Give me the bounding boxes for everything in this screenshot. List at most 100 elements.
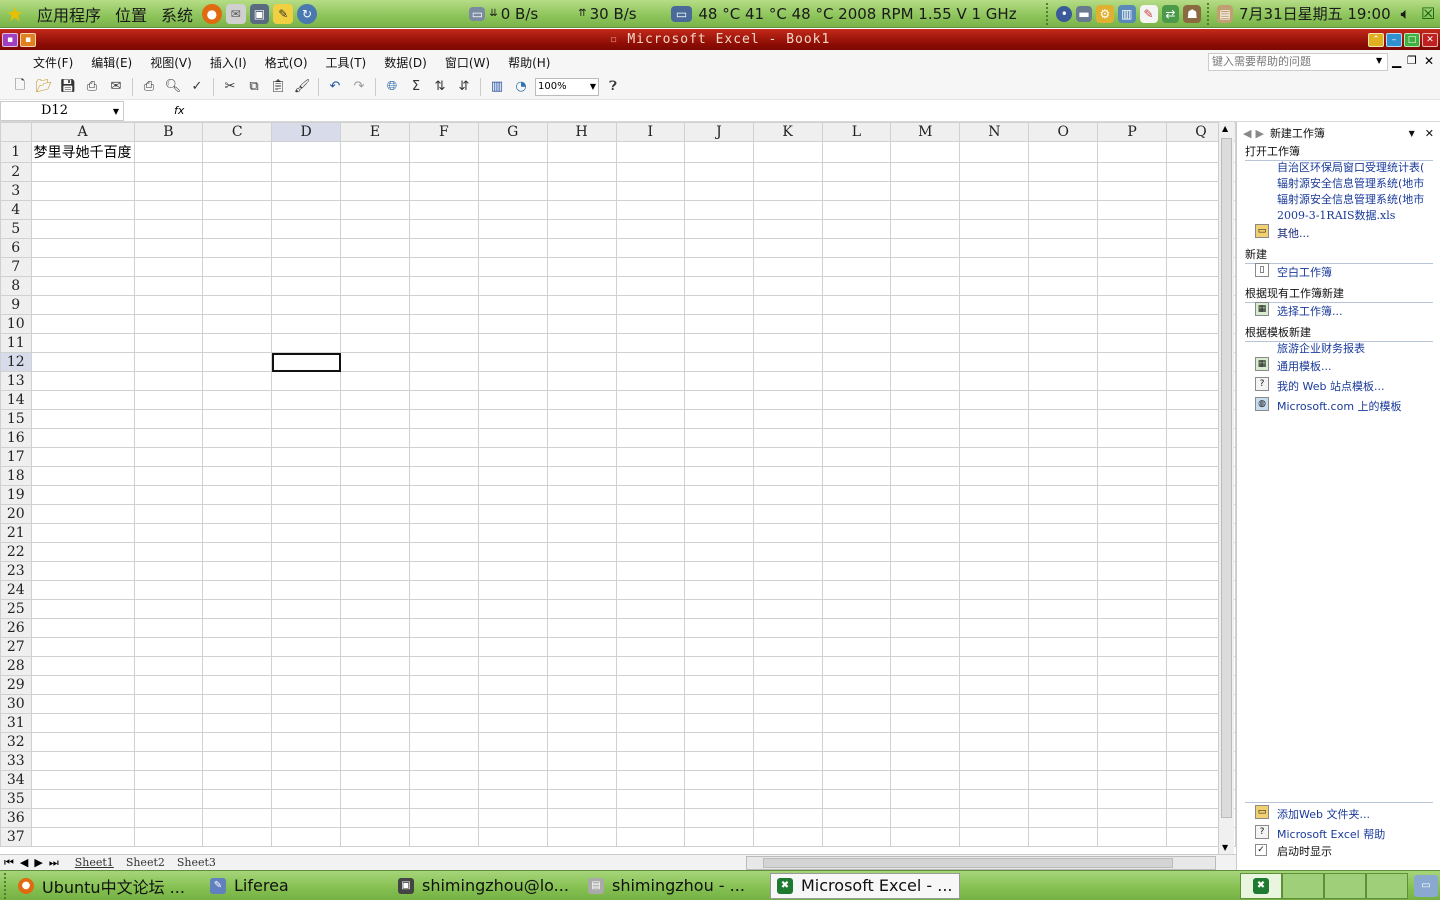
cell-l21[interactable] xyxy=(821,523,892,543)
cell-o30[interactable] xyxy=(1028,694,1099,714)
cell-o27[interactable] xyxy=(1028,637,1099,657)
cell-h7[interactable] xyxy=(546,257,617,277)
cell-b13[interactable] xyxy=(133,371,204,391)
window-titlebar[interactable]: ▪ ▪ ▫ Microsoft Excel - Book1 ⌃ – □ ✕ xyxy=(0,29,1440,50)
cell-d26[interactable] xyxy=(271,618,342,638)
save-icon[interactable]: 💾︎ xyxy=(58,77,78,97)
cell-h25[interactable] xyxy=(546,599,617,619)
cell-p11[interactable] xyxy=(1097,333,1167,353)
cell-j17[interactable] xyxy=(684,447,754,467)
row-header[interactable]: 25 xyxy=(0,599,32,619)
cell-p19[interactable] xyxy=(1097,485,1167,505)
row-header[interactable]: 23 xyxy=(0,561,32,581)
cell-a18[interactable] xyxy=(30,466,135,486)
cell-c7[interactable] xyxy=(202,257,273,277)
cell-e25[interactable] xyxy=(340,599,410,619)
cell-c15[interactable] xyxy=(202,409,273,429)
cell-o24[interactable] xyxy=(1028,580,1099,600)
cell-b35[interactable] xyxy=(133,789,204,809)
cell-a9[interactable] xyxy=(30,295,135,315)
cell-c19[interactable] xyxy=(202,485,273,505)
cell-c32[interactable] xyxy=(202,732,273,752)
cell-b8[interactable] xyxy=(133,276,204,296)
row-header[interactable]: 19 xyxy=(0,485,32,505)
cell-g6[interactable] xyxy=(477,238,548,258)
cell-o17[interactable] xyxy=(1028,447,1099,467)
cell-f4[interactable] xyxy=(408,200,479,220)
cell-b34[interactable] xyxy=(133,770,204,790)
menu-view[interactable]: 视图(V) xyxy=(141,54,201,71)
menu-edit[interactable]: 编辑(E) xyxy=(82,54,141,71)
cell-n28[interactable] xyxy=(959,656,1030,676)
cell-p29[interactable] xyxy=(1097,675,1167,695)
column-header-o[interactable]: O xyxy=(1028,122,1099,142)
column-header-l[interactable]: L xyxy=(821,122,892,142)
cell-l33[interactable] xyxy=(821,751,892,771)
cell-f35[interactable] xyxy=(408,789,479,809)
cell-h34[interactable] xyxy=(546,770,617,790)
cell-c29[interactable] xyxy=(202,675,273,695)
cell-d7[interactable] xyxy=(271,257,342,277)
cell-k1[interactable] xyxy=(752,141,823,163)
back-icon[interactable]: ◀ xyxy=(1243,127,1251,140)
cell-d28[interactable] xyxy=(271,656,342,676)
cell-h3[interactable] xyxy=(546,181,617,201)
cell-o32[interactable] xyxy=(1028,732,1099,752)
cell-p32[interactable] xyxy=(1097,732,1167,752)
cell-h32[interactable] xyxy=(546,732,617,752)
cell-h14[interactable] xyxy=(546,390,617,410)
fx-icon[interactable]: fx xyxy=(174,104,184,117)
cell-i33[interactable] xyxy=(615,751,686,771)
row-header[interactable]: 33 xyxy=(0,751,32,771)
cell-p24[interactable] xyxy=(1097,580,1167,600)
cell-g25[interactable] xyxy=(477,599,548,619)
cell-c11[interactable] xyxy=(202,333,273,353)
text-editor-icon[interactable]: ✎ xyxy=(273,3,294,24)
row-header[interactable]: 32 xyxy=(0,732,32,752)
cell-m3[interactable] xyxy=(890,181,961,201)
task-pane-close-icon[interactable]: ✕ xyxy=(1425,127,1434,140)
cell-j4[interactable] xyxy=(684,200,754,220)
cell-c35[interactable] xyxy=(202,789,273,809)
chart-wizard-icon[interactable]: ▥ xyxy=(487,77,507,97)
cell-m14[interactable] xyxy=(890,390,961,410)
cell-o23[interactable] xyxy=(1028,561,1099,581)
cell-g5[interactable] xyxy=(477,219,548,239)
cell-k35[interactable] xyxy=(752,789,823,809)
cell-b29[interactable] xyxy=(133,675,204,695)
cell-i13[interactable] xyxy=(615,371,686,391)
cell-l34[interactable] xyxy=(821,770,892,790)
cell-b9[interactable] xyxy=(133,295,204,315)
cell-p12[interactable] xyxy=(1097,352,1167,372)
cell-l30[interactable] xyxy=(821,694,892,714)
cell-i25[interactable] xyxy=(615,599,686,619)
cell-g8[interactable] xyxy=(477,276,548,296)
cell-d33[interactable] xyxy=(271,751,342,771)
cell-g1[interactable] xyxy=(477,141,548,163)
cell-i19[interactable] xyxy=(615,485,686,505)
workspace-3[interactable] xyxy=(1324,872,1366,899)
cell-o20[interactable] xyxy=(1028,504,1099,524)
cell-g14[interactable] xyxy=(477,390,548,410)
update-shield-icon[interactable]: ⚙ xyxy=(1096,4,1114,23)
cell-i11[interactable] xyxy=(615,333,686,353)
cell-c13[interactable] xyxy=(202,371,273,391)
cell-l36[interactable] xyxy=(821,808,892,828)
cell-a27[interactable] xyxy=(30,637,135,657)
cell-h24[interactable] xyxy=(546,580,617,600)
cell-k36[interactable] xyxy=(752,808,823,828)
cell-h37[interactable] xyxy=(546,827,617,847)
cell-a30[interactable] xyxy=(30,694,135,714)
cell-p6[interactable] xyxy=(1097,238,1167,258)
email-icon[interactable]: ✉ xyxy=(106,77,126,97)
cell-c1[interactable] xyxy=(202,141,273,163)
cell-h13[interactable] xyxy=(546,371,617,391)
cell-n33[interactable] xyxy=(959,751,1030,771)
cell-o2[interactable] xyxy=(1028,162,1099,182)
cell-m24[interactable] xyxy=(890,580,961,600)
panel-clock[interactable]: 7月31日星期五 19:00 xyxy=(1239,3,1391,24)
cell-i18[interactable] xyxy=(615,466,686,486)
choose-workbook-link[interactable]: 选择工作簿... xyxy=(1277,303,1343,319)
cell-c30[interactable] xyxy=(202,694,273,714)
cell-j24[interactable] xyxy=(684,580,754,600)
